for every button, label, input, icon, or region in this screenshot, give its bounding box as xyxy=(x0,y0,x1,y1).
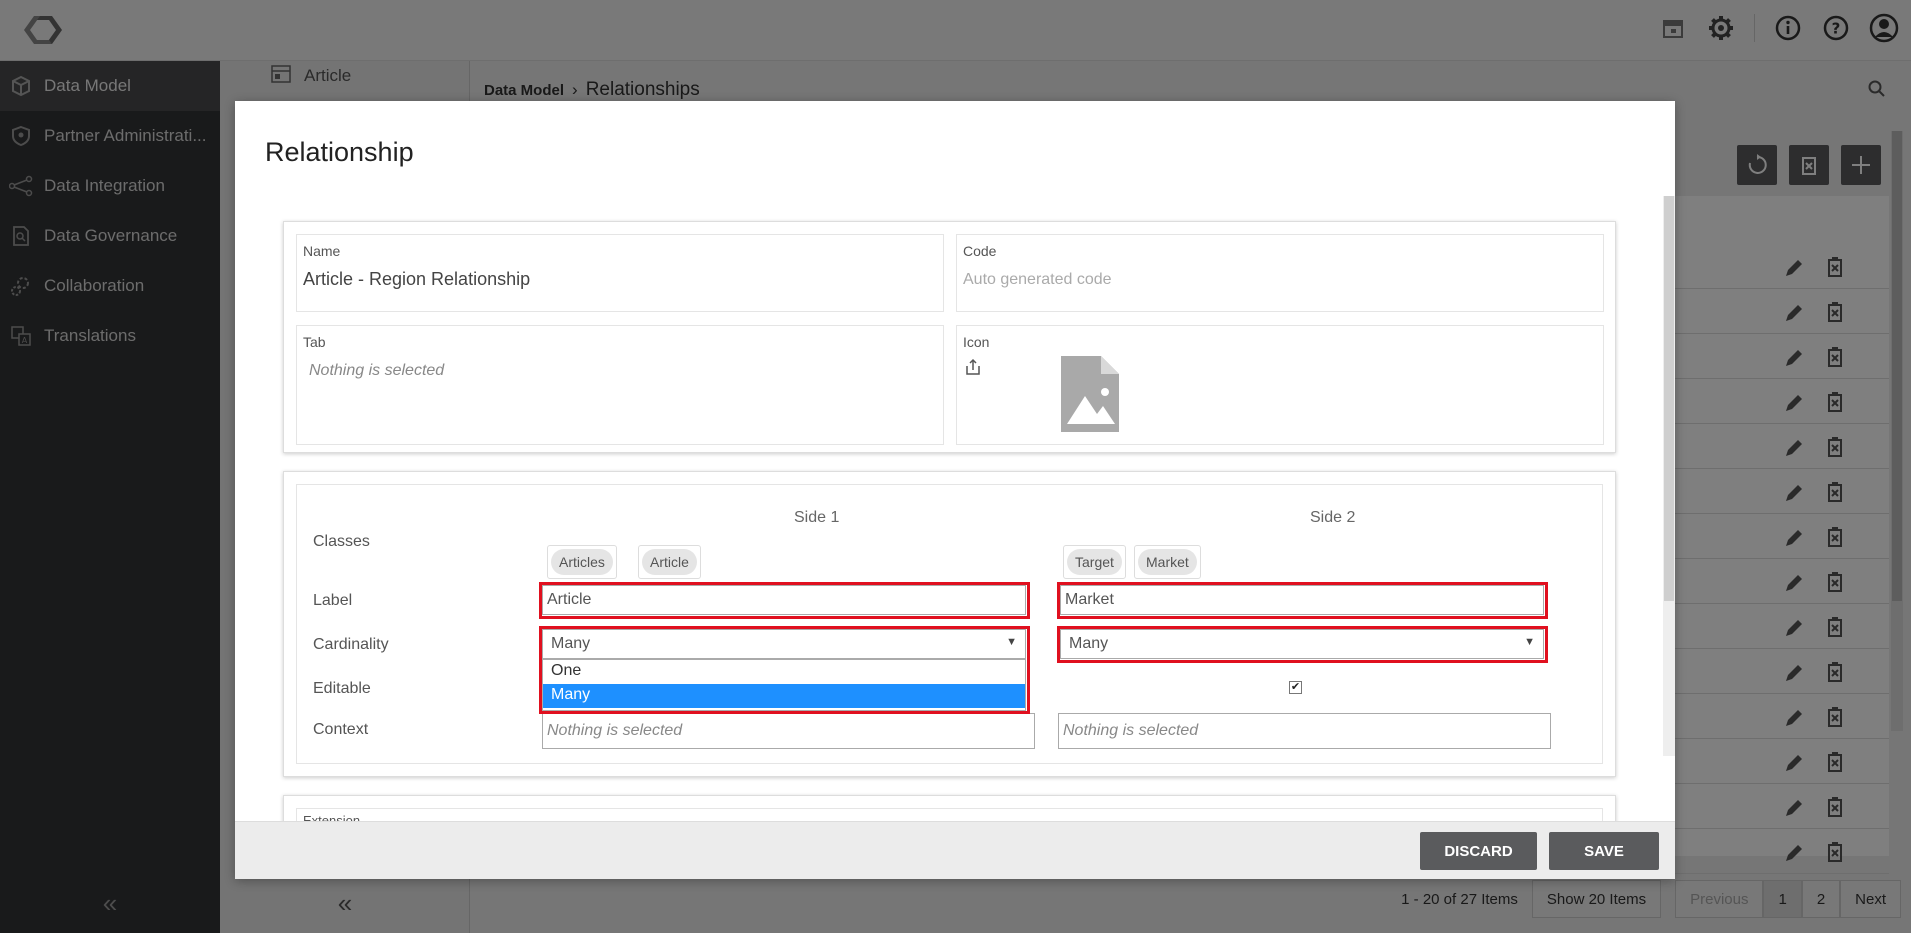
side-2-editable-checkbox[interactable]: ✔ xyxy=(1289,681,1302,694)
cardinality-label: Cardinality xyxy=(313,636,389,653)
general-card: Name Article - Region Relationship Code … xyxy=(283,221,1616,453)
modal-scrollbar[interactable] xyxy=(1663,196,1675,756)
name-field[interactable]: Name Article - Region Relationship xyxy=(296,234,944,312)
side-2-title: Side 2 xyxy=(1310,509,1356,526)
code-placeholder[interactable]: Auto generated code xyxy=(963,271,1112,289)
label-label: Label xyxy=(313,592,353,609)
class-chip[interactable]: Market xyxy=(1134,545,1201,579)
option-one[interactable]: One xyxy=(543,660,1025,684)
save-button[interactable]: SAVE xyxy=(1549,832,1659,870)
dropdown-arrow-icon: ▼ xyxy=(1006,636,1017,648)
sides-panel: Side 1 Side 2 Classes Label Cardinality … xyxy=(296,484,1603,764)
name-label: Name xyxy=(303,243,341,259)
classes-label: Classes xyxy=(313,533,370,550)
cardinality-dropdown-list: One Many xyxy=(542,659,1026,711)
discard-button[interactable]: DISCARD xyxy=(1420,832,1537,870)
side-2-label-input[interactable]: Market xyxy=(1060,585,1544,615)
side-1-label-input[interactable]: Article xyxy=(542,585,1026,615)
relationship-modal: Relationship Name Article - Region Relat… xyxy=(235,101,1675,879)
side-2-cardinality-select[interactable]: Many ▼ xyxy=(1060,629,1544,659)
class-chip-text: Article xyxy=(642,549,697,575)
code-field[interactable]: Code Auto generated code xyxy=(956,234,1604,312)
scrollbar-thumb[interactable] xyxy=(1664,196,1674,601)
option-many[interactable]: Many xyxy=(543,684,1025,708)
image-placeholder-icon xyxy=(1061,356,1119,437)
select-value: Many xyxy=(1069,635,1109,652)
tab-field[interactable]: Tab Nothing is selected xyxy=(296,325,944,445)
modal-title: Relationship xyxy=(265,137,414,167)
name-value[interactable]: Article - Region Relationship xyxy=(303,269,530,290)
sides-card: Side 1 Side 2 Classes Label Cardinality … xyxy=(283,471,1616,777)
tab-label: Tab xyxy=(303,334,326,350)
dropdown-arrow-icon: ▼ xyxy=(1524,636,1535,648)
upload-icon[interactable] xyxy=(965,358,981,381)
select-value: Many xyxy=(551,635,591,652)
class-chip[interactable]: Articles xyxy=(547,545,617,579)
side-1-title: Side 1 xyxy=(794,509,840,526)
icon-field: Icon xyxy=(956,325,1604,445)
class-chip-text: Market xyxy=(1138,549,1197,575)
code-label: Code xyxy=(963,243,997,259)
class-chip-text: Articles xyxy=(551,549,613,575)
side-1-context-input[interactable]: Nothing is selected xyxy=(542,713,1035,749)
modal-footer: DISCARD SAVE xyxy=(235,821,1675,879)
side-2-context-input[interactable]: Nothing is selected xyxy=(1058,713,1551,749)
class-chip-text: Target xyxy=(1067,549,1122,575)
class-chip[interactable]: Article xyxy=(638,545,701,579)
tab-placeholder[interactable]: Nothing is selected xyxy=(309,362,444,380)
side-1-cardinality-select[interactable]: Many ▼ xyxy=(542,629,1026,659)
context-label: Context xyxy=(313,721,369,738)
editable-label: Editable xyxy=(313,680,371,697)
class-chip[interactable]: Target xyxy=(1063,545,1126,579)
icon-label: Icon xyxy=(963,334,990,350)
